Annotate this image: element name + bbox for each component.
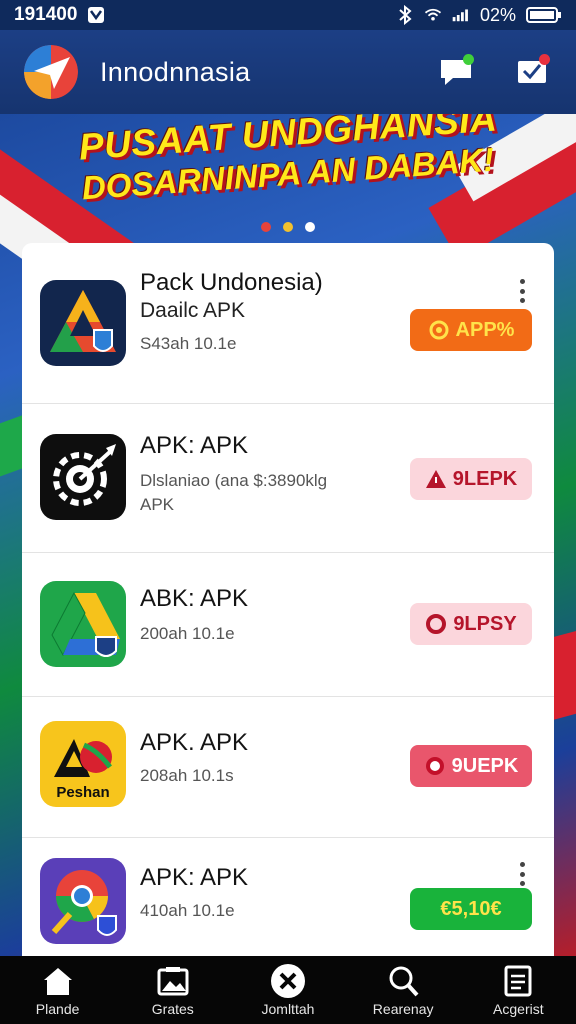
status-bar: 191400 02% bbox=[0, 0, 576, 30]
app-meta: 208ah 10.1s bbox=[140, 766, 234, 785]
list-item[interactable]: Peshan APK. APK 208ah 10.1s 9UEPK bbox=[22, 697, 554, 838]
notification-dot bbox=[463, 54, 474, 65]
download-button[interactable]: 9LEPK bbox=[410, 458, 532, 500]
download-button-label: APP% bbox=[455, 318, 515, 341]
search-icon bbox=[385, 963, 421, 999]
app-header: Innodnnasia bbox=[0, 30, 576, 114]
peak-logo-icon: Peshan bbox=[40, 721, 126, 807]
nav-item-search[interactable]: Rearenay bbox=[348, 963, 458, 1017]
nav-label: Jomlttah bbox=[261, 1001, 315, 1017]
download-badge-icon bbox=[428, 319, 450, 341]
badge-ring-icon bbox=[425, 613, 447, 635]
nav-item-gallery[interactable]: Grates bbox=[118, 963, 228, 1017]
battery-icon bbox=[526, 6, 562, 24]
carousel-dot[interactable] bbox=[283, 222, 293, 232]
home-icon bbox=[40, 963, 76, 999]
carousel-dots[interactable] bbox=[0, 222, 576, 232]
app-name: APK. APK bbox=[140, 729, 249, 756]
app-list: Pack Undonesia) Daailc APK S43ah 10.1e A… bbox=[22, 243, 554, 956]
document-icon bbox=[500, 963, 536, 999]
inbox-button[interactable] bbox=[512, 52, 552, 92]
download-button[interactable]: 9UEPK bbox=[410, 745, 532, 787]
app-meta: 410ah 10.1e bbox=[140, 901, 235, 920]
drive-triangle-icon bbox=[40, 581, 126, 667]
app-logo-icon bbox=[24, 45, 78, 99]
download-button[interactable]: €5,10€ bbox=[410, 888, 532, 930]
messages-button[interactable] bbox=[436, 52, 476, 92]
gallery-icon bbox=[155, 963, 191, 999]
signal-icon bbox=[452, 6, 470, 24]
status-time: 191400 bbox=[14, 4, 78, 25]
banner-headline: PUSAAT UNDGHANSIA DOSARNINPA AN DABAK! bbox=[0, 114, 576, 206]
target-gear-icon bbox=[40, 434, 126, 520]
app-meta: S43ah 10.1e bbox=[140, 334, 237, 353]
gear-badge-icon bbox=[424, 755, 446, 777]
download-button-label: 9UEPK bbox=[451, 754, 519, 777]
nav-label: Grates bbox=[151, 1001, 194, 1017]
carousel-dot[interactable] bbox=[261, 222, 271, 232]
nav-item-center[interactable]: Jomlttah bbox=[233, 963, 343, 1017]
close-circle-icon bbox=[270, 963, 306, 999]
list-item[interactable]: ABK: APK 200ah 10.1e 9LPSY bbox=[22, 553, 554, 697]
bottom-navigation: Plande Grates Jomlttah Rearenay Acgerist bbox=[0, 956, 576, 1024]
download-button-label: €5,10€ bbox=[440, 897, 502, 920]
more-options-button[interactable] bbox=[518, 862, 526, 886]
list-item[interactable]: APK: APK Dlslaniao (ana $:3890klg APK 9L… bbox=[22, 404, 554, 553]
app-name: Pack Undonesia) bbox=[140, 269, 323, 296]
app-icon-caption: Peshan bbox=[56, 784, 110, 801]
list-item[interactable]: Pack Undonesia) Daailc APK S43ah 10.1e A… bbox=[22, 243, 554, 404]
bluetooth-icon bbox=[396, 5, 414, 25]
app-title: Innodnnasia bbox=[100, 56, 251, 87]
app-subtitle: Daailc APK bbox=[140, 299, 246, 322]
battery-percent: 02% bbox=[479, 4, 516, 25]
download-button[interactable]: 9LPSY bbox=[410, 603, 532, 645]
app-name: APK: APK bbox=[140, 432, 249, 459]
nav-label: Plande bbox=[35, 1001, 80, 1017]
delta-shield-icon bbox=[40, 280, 126, 366]
notification-dot bbox=[539, 54, 550, 65]
nav-item-home[interactable]: Plande bbox=[3, 963, 113, 1017]
nav-label: Rearenay bbox=[372, 1001, 434, 1017]
download-button[interactable]: APP% bbox=[410, 309, 532, 351]
download-button-label: 9LEPK bbox=[452, 467, 518, 490]
app-meta: APK bbox=[140, 495, 175, 514]
notification-app-icon bbox=[87, 6, 105, 24]
nav-label: Acgerist bbox=[493, 1001, 544, 1017]
app-name: ABK: APK bbox=[140, 585, 249, 612]
more-options-button[interactable] bbox=[518, 279, 526, 303]
download-button-label: 9LPSY bbox=[453, 612, 517, 635]
list-item[interactable]: APK: APK 410ah 10.1e €5,10€ bbox=[22, 838, 554, 956]
wifi-icon bbox=[424, 6, 442, 24]
app-meta: Dlslaniao (ana $:3890klg bbox=[140, 471, 328, 490]
chrome-pin-icon bbox=[40, 858, 126, 944]
nav-item-documents[interactable]: Acgerist bbox=[463, 963, 573, 1017]
warning-badge-icon bbox=[425, 468, 447, 490]
app-meta: 200ah 10.1e bbox=[140, 624, 235, 643]
carousel-dot[interactable] bbox=[305, 222, 315, 232]
app-name: APK: APK bbox=[140, 864, 249, 891]
